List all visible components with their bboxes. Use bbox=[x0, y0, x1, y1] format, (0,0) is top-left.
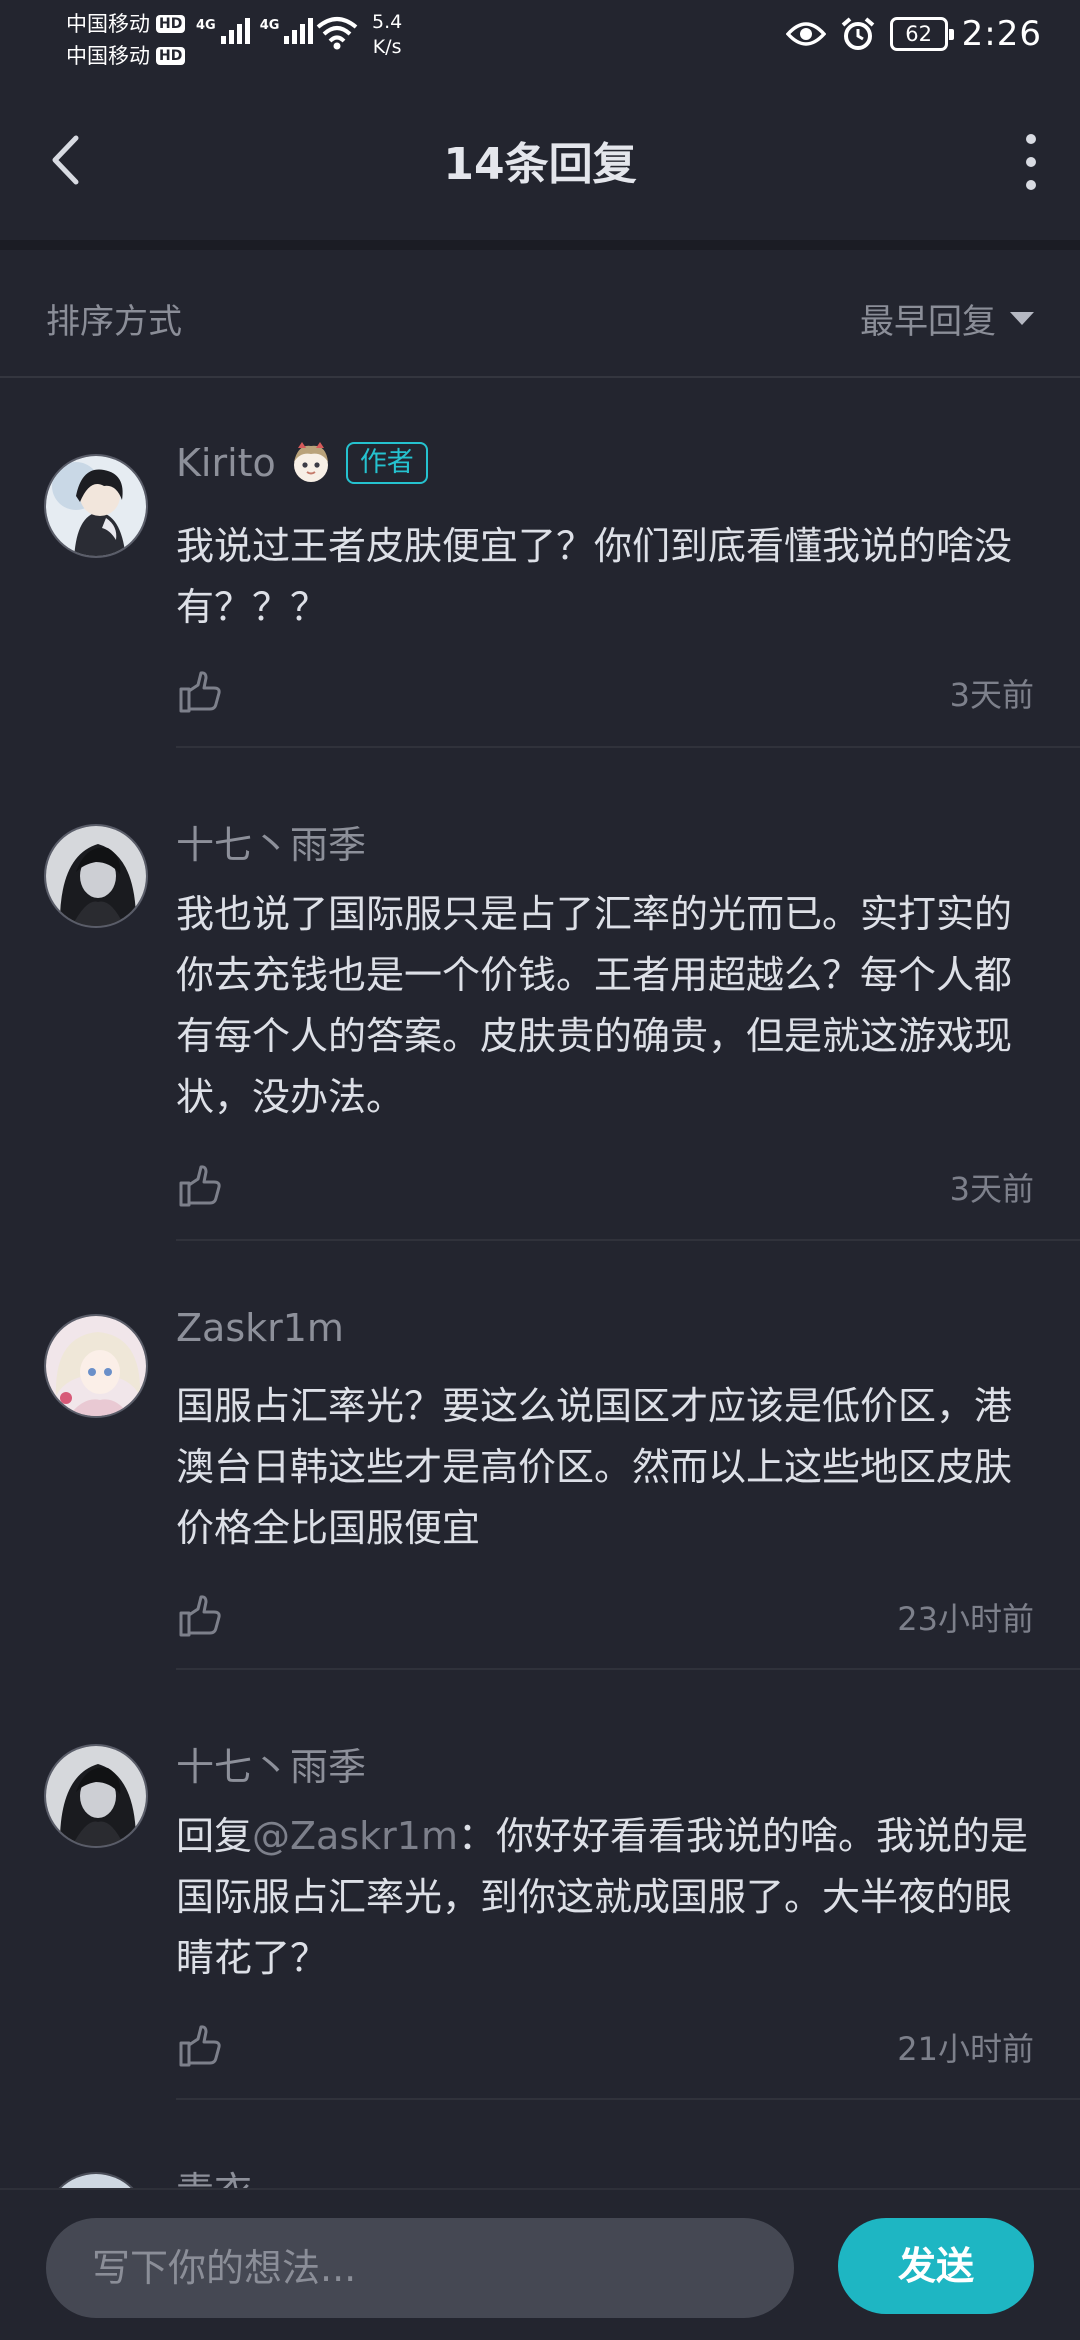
comment-item: Kirito 作者 我说过王者皮肤便宜了？你们到底看懂我说的啥没有？？？ 3天前 bbox=[0, 440, 1080, 750]
comment-username[interactable]: Zaskr1m bbox=[176, 1306, 344, 1350]
divider bbox=[0, 240, 1080, 250]
thumbs-up-icon[interactable] bbox=[176, 2022, 224, 2070]
sort-dropdown[interactable]: 最早回复 bbox=[860, 294, 1034, 343]
battery-icon: 62 bbox=[889, 17, 954, 51]
comment-item: Zaskr1m 国服占汇率光？要这么说国区才应该是低价区，港澳台日韩这些才是高价… bbox=[0, 1306, 1080, 1670]
clock: 2:26 bbox=[961, 14, 1042, 54]
status-bar: 中国移动 HD 中国移动 HD 4G 4G 5.4 K/s 62 2:26 bbox=[0, 0, 1080, 68]
thumbs-up-icon[interactable] bbox=[176, 1592, 224, 1640]
comment-time: 21小时前 bbox=[897, 2030, 1034, 2068]
signal-icon: 4G bbox=[196, 18, 250, 44]
divider bbox=[176, 1668, 1080, 1670]
sort-bar: 排序方式 最早回复 bbox=[0, 250, 1080, 378]
avatar-badge-icon bbox=[293, 442, 328, 482]
hd-badge: HD bbox=[156, 47, 186, 65]
hd-badge: HD bbox=[156, 15, 186, 33]
reply-prefix: 回复 bbox=[176, 1814, 253, 1858]
comment-text: 国服占汇率光？要这么说国区才应该是低价区，港澳台日韩这些才是高价区。然而以上这些… bbox=[176, 1384, 1013, 1550]
comment-time: 3天前 bbox=[949, 1170, 1034, 1208]
caret-down-icon bbox=[1010, 312, 1034, 325]
comment-time: 3天前 bbox=[949, 676, 1034, 714]
author-badge: 作者 bbox=[345, 442, 428, 484]
sort-label: 排序方式 bbox=[46, 302, 182, 342]
thumbs-up-icon[interactable] bbox=[176, 1162, 224, 1210]
comment-username[interactable]: Kirito bbox=[176, 441, 276, 485]
comment-username[interactable]: 十七丶雨季 bbox=[176, 1736, 366, 1791]
avatar[interactable] bbox=[44, 824, 148, 928]
carrier-name: 中国移动 bbox=[66, 12, 150, 36]
divider bbox=[176, 746, 1080, 748]
network-speed: 5.4 K/s bbox=[372, 11, 403, 58]
comment-item: 十七丶雨季 我也说了国际服只是占了汇率的光而已。实打实的你去充钱也是一个价钱。王… bbox=[0, 814, 1080, 1241]
thumbs-up-icon[interactable] bbox=[176, 668, 224, 716]
signal-icon: 4G bbox=[260, 18, 314, 44]
wifi-icon bbox=[316, 17, 358, 50]
comment-text: 我也说了国际服只是占了汇率的光而已。实打实的你去充钱也是一个价钱。王者用超越么？… bbox=[176, 892, 1013, 1119]
eye-icon bbox=[785, 22, 826, 46]
comment-input-bar: 发送 bbox=[0, 2188, 1080, 2340]
divider bbox=[176, 2098, 1080, 2100]
comment-username[interactable]: 十七丶雨季 bbox=[176, 814, 366, 869]
comment-time: 23小时前 bbox=[897, 1600, 1034, 1638]
alarm-icon bbox=[841, 17, 874, 50]
comment-input[interactable] bbox=[46, 2218, 794, 2318]
mention-link[interactable]: @Zaskr1m bbox=[252, 1814, 458, 1858]
more-options-icon[interactable] bbox=[1016, 134, 1046, 190]
send-button[interactable]: 发送 bbox=[838, 2218, 1034, 2314]
comment-text: 回复@Zaskr1m：你好好看看我说的啥。我说的是国际服占汇率光，到你这就成国服… bbox=[176, 1806, 1036, 1989]
comment-item: 十七丶雨季 回复@Zaskr1m：你好好看看我说的啥。我说的是国际服占汇率光，到… bbox=[0, 1736, 1080, 2100]
avatar[interactable] bbox=[44, 454, 148, 558]
carrier-name: 中国移动 bbox=[66, 44, 150, 68]
comment-text: 我说过王者皮肤便宜了？你们到底看懂我说的啥没有？？？ bbox=[176, 524, 1013, 629]
divider bbox=[176, 1239, 1080, 1241]
carrier-info: 中国移动 HD 中国移动 HD bbox=[66, 8, 186, 72]
avatar[interactable] bbox=[44, 1744, 148, 1848]
header: 14条回复 bbox=[0, 90, 1080, 230]
signal-icons: 4G 4G bbox=[196, 18, 314, 44]
page-title: 14条回复 bbox=[443, 139, 637, 190]
avatar[interactable] bbox=[44, 1314, 148, 1418]
sort-selected: 最早回复 bbox=[860, 302, 996, 342]
